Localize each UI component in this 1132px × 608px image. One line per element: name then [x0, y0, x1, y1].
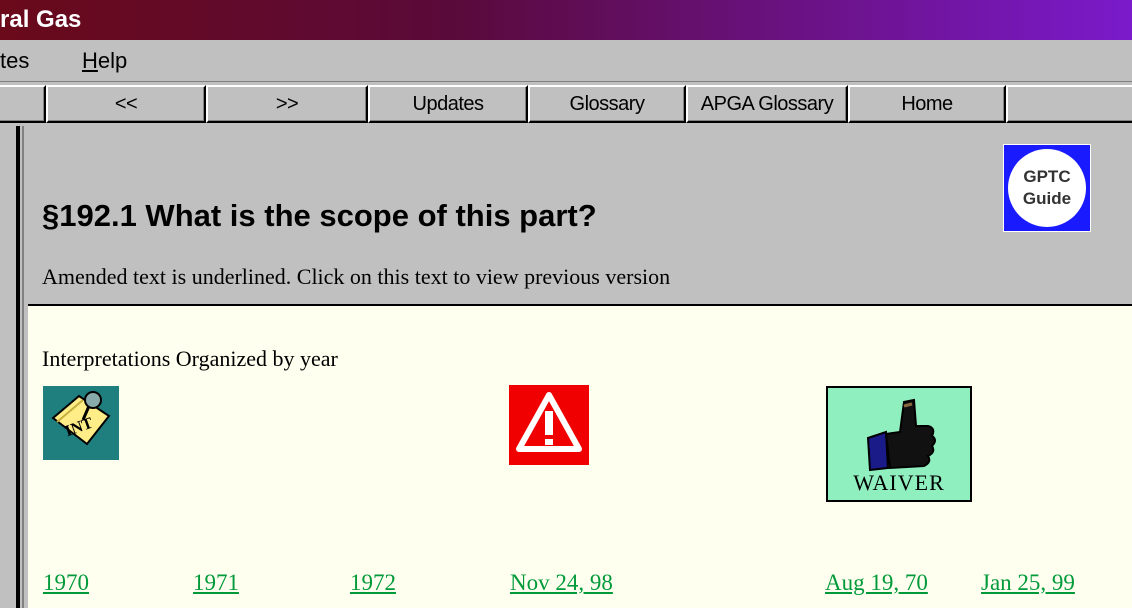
- apga-glossary-button-label: APGA Glossary: [700, 93, 834, 115]
- amended-text-note[interactable]: Amended text is underlined. Click on thi…: [42, 264, 670, 290]
- glossary-button-label: Glossary: [569, 93, 645, 115]
- frame-edge-shadow: [22, 126, 24, 608]
- link-jan-25-99[interactable]: Jan 25, 99: [981, 570, 1075, 596]
- left-frame-border: [0, 126, 28, 608]
- gptc-guide-line2: Guide: [1022, 189, 1072, 208]
- back-button-label: <<: [114, 93, 138, 115]
- window-title: ral Gas: [0, 6, 82, 33]
- toolbar-button-blank-left[interactable]: [0, 85, 46, 123]
- gptc-guide-line1: GPTC: [1023, 167, 1071, 186]
- home-button-label: Home: [901, 93, 953, 115]
- home-button[interactable]: Home: [848, 85, 1006, 123]
- toolbar: << >> Updates Glossary APGA Glossary Hom…: [0, 82, 1132, 126]
- interpretations-label: Interpretations Organized by year: [42, 346, 338, 371]
- menu-item-favorites[interactable]: tes: [0, 40, 29, 82]
- toolbar-button-blank-right[interactable]: [1006, 85, 1132, 123]
- updates-button[interactable]: Updates: [368, 85, 528, 123]
- waiver-thumbs-up-icon[interactable]: WAIVER: [826, 386, 972, 502]
- back-button[interactable]: <<: [46, 85, 206, 123]
- page-title: §192.1 What is the scope of this part?: [42, 198, 597, 233]
- forward-button[interactable]: >>: [206, 85, 368, 123]
- gptc-guide-icon: GPTC Guide: [1008, 149, 1086, 227]
- link-1971[interactable]: 1971: [193, 570, 239, 596]
- link-nov-24-98[interactable]: Nov 24, 98: [510, 570, 613, 596]
- link-aug-19-70[interactable]: Aug 19, 70: [825, 570, 928, 596]
- app-window: ral Gas tes Help << >> Updates Glossary …: [0, 0, 1132, 608]
- menu-item-help[interactable]: Help: [82, 40, 127, 82]
- title-bar[interactable]: ral Gas: [0, 0, 1132, 40]
- content-pane: Interpretations Organized by year INT WA…: [28, 306, 1132, 608]
- apga-glossary-button[interactable]: APGA Glossary: [686, 85, 848, 123]
- int-note-icon[interactable]: INT: [43, 386, 119, 460]
- header-pane: §192.1 What is the scope of this part? A…: [28, 126, 1132, 306]
- gptc-guide-button[interactable]: GPTC Guide: [1003, 144, 1091, 232]
- link-1972[interactable]: 1972: [350, 570, 396, 596]
- waiver-label: WAIVER: [853, 470, 945, 495]
- link-1970[interactable]: 1970: [43, 570, 89, 596]
- menu-bar: tes Help: [0, 40, 1132, 82]
- updates-button-label: Updates: [412, 93, 485, 115]
- warning-triangle-graphic: [516, 392, 582, 452]
- int-note-graphic: INT: [51, 391, 111, 446]
- glossary-button[interactable]: Glossary: [528, 85, 686, 123]
- warning-icon[interactable]: [509, 385, 589, 465]
- forward-button-label: >>: [275, 93, 299, 115]
- thumbs-up-graphic: [866, 398, 936, 472]
- frame-edge: [16, 126, 20, 608]
